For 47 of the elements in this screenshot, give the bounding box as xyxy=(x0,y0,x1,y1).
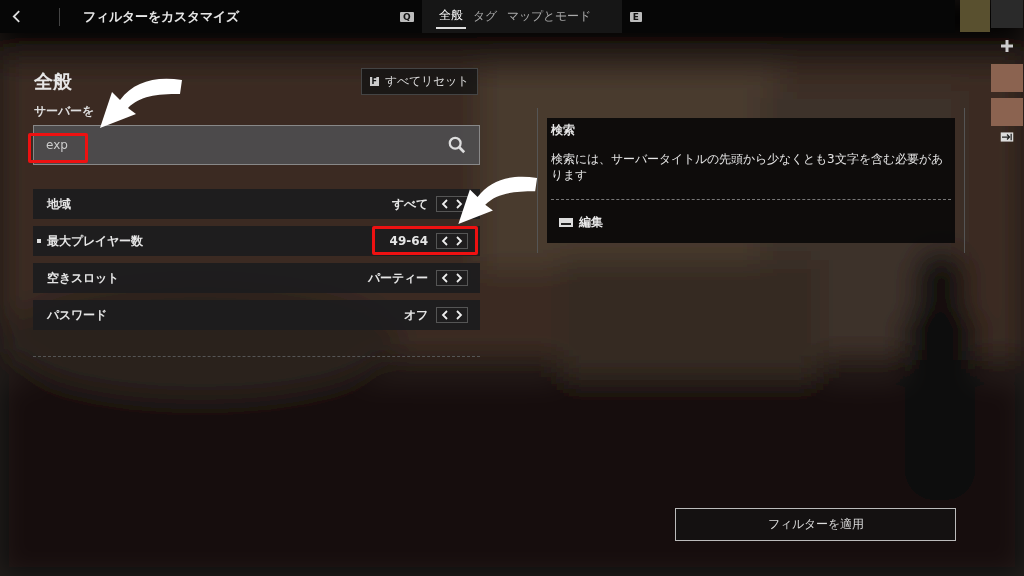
tab[interactable]: マップとモード xyxy=(503,5,594,28)
section-heading: 全般 xyxy=(34,68,72,94)
edit-label[interactable]: 編集 xyxy=(579,214,603,232)
key-hint: Q xyxy=(400,11,414,22)
filter-label: 空きスロット xyxy=(47,269,120,287)
search-label: サーバーを xyxy=(34,103,95,120)
reset-all-button[interactable]: F すべてリセット xyxy=(360,68,478,95)
thumbnail-icon[interactable] xyxy=(991,98,1023,126)
left-chevron-icon[interactable] xyxy=(441,273,449,283)
arrow-switcher[interactable] xyxy=(436,233,468,249)
thumbnail-icon[interactable] xyxy=(960,0,990,32)
highlight-frame xyxy=(28,133,88,163)
right-chevron-icon[interactable] xyxy=(455,310,463,320)
back-icon[interactable] xyxy=(12,10,21,23)
left-chevron-icon[interactable] xyxy=(441,236,449,246)
filter-value: オフ xyxy=(404,306,428,324)
page-title: フィルターをカスタマイズ xyxy=(83,7,239,26)
filter-value: すべて xyxy=(392,195,428,213)
search-field[interactable]: exp xyxy=(33,125,480,165)
plus-icon[interactable] xyxy=(999,38,1015,54)
key-hint: E xyxy=(629,11,642,22)
filter-value: 49-64 xyxy=(389,234,428,248)
filter-value: パーティー xyxy=(368,269,428,287)
arrow-switcher[interactable] xyxy=(436,270,468,286)
filter-label: 地域 xyxy=(47,195,72,213)
filter-row[interactable]: 地域 すべて xyxy=(33,189,480,219)
filter-row[interactable]: パスワード オフ xyxy=(33,300,480,330)
filter-label: パスワード xyxy=(47,306,108,324)
thumbnail-icon[interactable] xyxy=(991,64,1023,92)
arrow-switcher[interactable] xyxy=(436,307,468,323)
info-text: 検索には、サーバータイトルの先頭から少なくとも3文字を含む必要があります xyxy=(551,151,944,184)
tab[interactable]: タグ xyxy=(469,5,500,28)
right-chevron-icon[interactable] xyxy=(455,273,463,283)
filter-label: 最大プレイヤー数 xyxy=(47,232,144,250)
tab[interactable]: 全般 xyxy=(435,4,466,29)
search-icon xyxy=(448,136,466,154)
right-chevron-icon[interactable] xyxy=(455,236,463,246)
info-title: 検索 xyxy=(551,122,576,139)
left-chevron-icon[interactable] xyxy=(441,199,449,209)
keyboard-icon xyxy=(559,218,573,228)
right-chevron-icon[interactable] xyxy=(455,199,463,209)
apply-filter-button[interactable]: フィルターを適用 xyxy=(675,508,956,541)
exit-icon[interactable] xyxy=(1000,132,1014,142)
thumbnail-icon[interactable] xyxy=(991,0,1023,28)
filter-row[interactable]: 最大プレイヤー数 49-64 xyxy=(33,226,480,256)
left-chevron-icon[interactable] xyxy=(441,310,449,320)
filter-row[interactable]: 空きスロット パーティー xyxy=(33,263,480,293)
